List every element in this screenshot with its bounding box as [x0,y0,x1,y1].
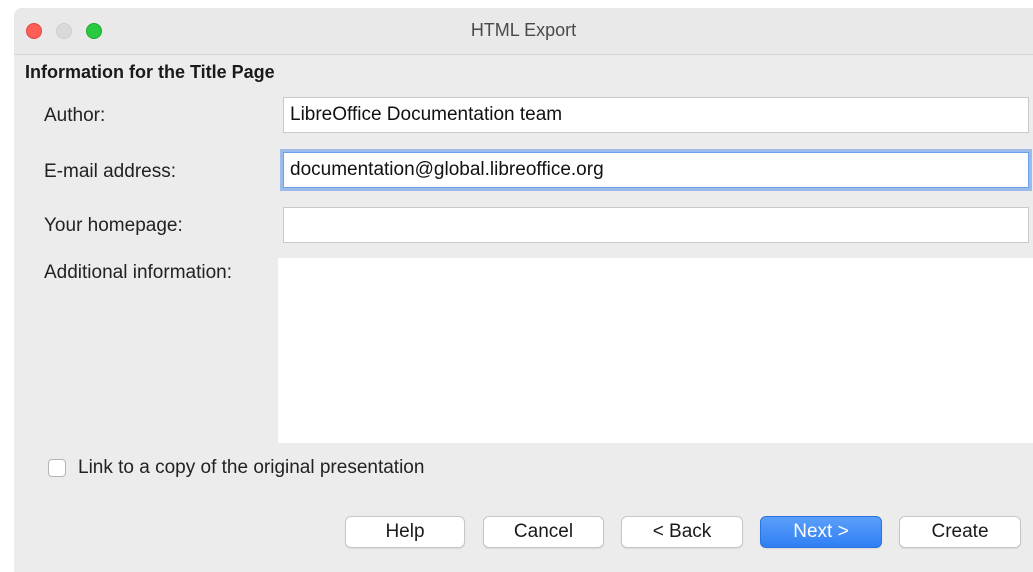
help-button[interactable]: Help [345,516,465,548]
additional-info-label: Additional information: [44,262,232,283]
link-copy-checkbox[interactable] [48,459,66,477]
author-field[interactable] [283,97,1029,133]
create-button[interactable]: Create [899,516,1021,548]
title-bar[interactable]: HTML Export [14,8,1033,55]
next-button[interactable]: Next > [760,516,882,548]
cancel-button[interactable]: Cancel [483,516,604,548]
html-export-dialog: HTML Export Information for the Title Pa… [14,8,1033,572]
homepage-field[interactable] [283,207,1029,243]
back-button[interactable]: < Back [621,516,743,548]
email-label: E-mail address: [44,161,176,182]
link-copy-label[interactable]: Link to a copy of the original presentat… [78,457,424,479]
homepage-label: Your homepage: [44,215,183,236]
section-heading: Information for the Title Page [25,62,275,82]
email-field[interactable] [283,152,1029,188]
additional-info-field[interactable] [278,258,1033,443]
window-title: HTML Export [470,20,577,40]
link-copy-option[interactable]: Link to a copy of the original presentat… [48,456,424,480]
author-label: Author: [44,105,106,126]
